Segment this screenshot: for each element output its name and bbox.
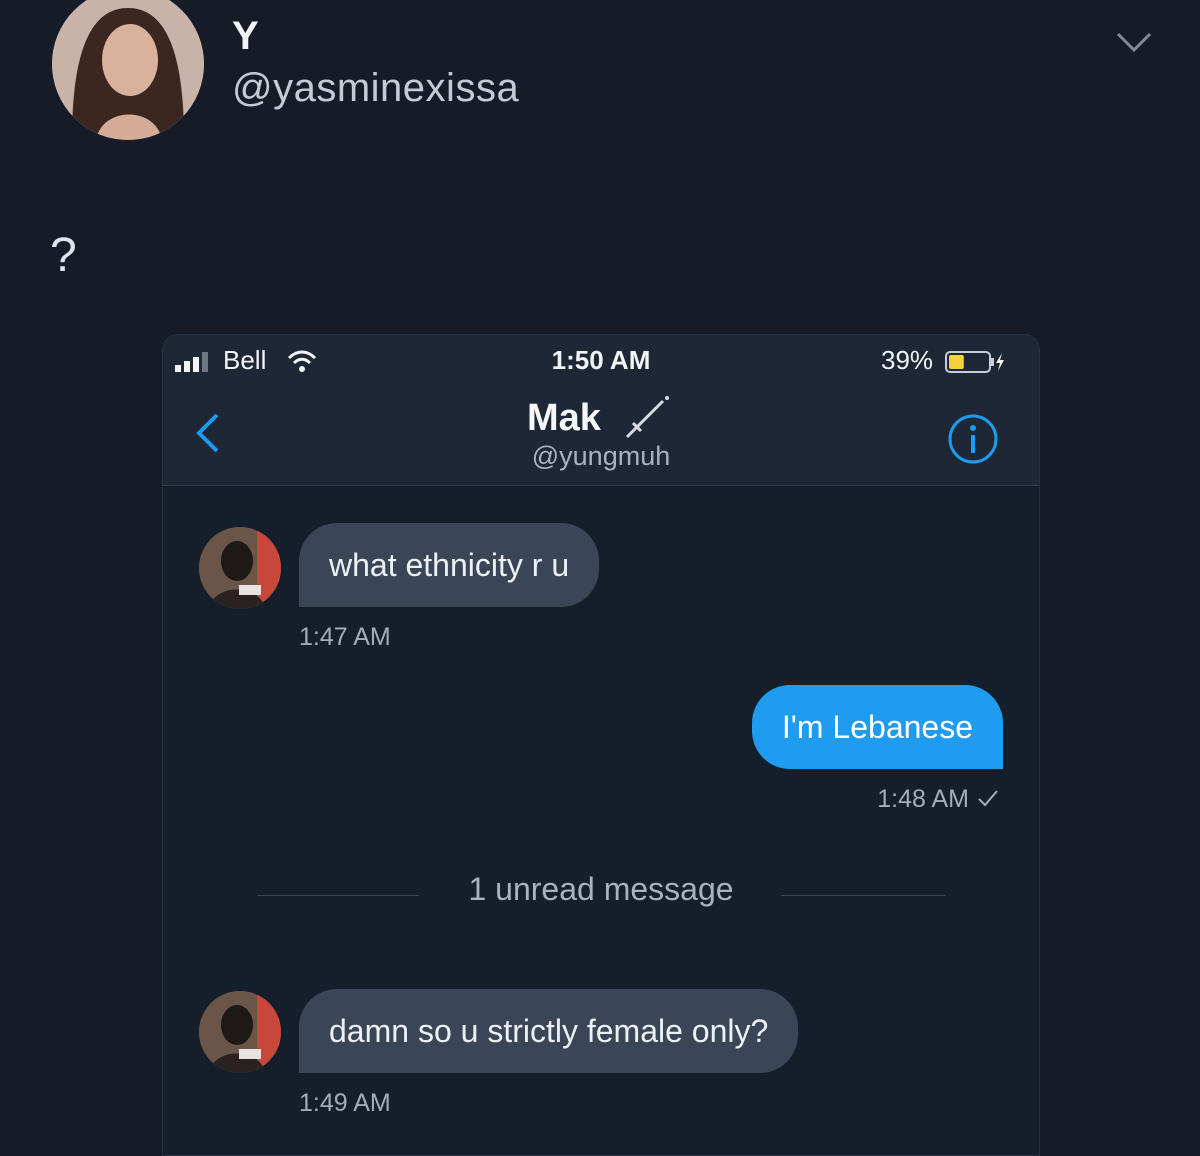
unread-divider: 1 unread message xyxy=(163,871,1039,911)
tweet-text: ? xyxy=(50,229,77,282)
message-bubble[interactable]: damn so u strictly female only? xyxy=(299,989,799,1073)
info-icon[interactable] xyxy=(947,413,999,465)
sender-avatar-image xyxy=(199,991,281,1073)
sender-avatar[interactable] xyxy=(199,991,281,1073)
chevron-down-icon[interactable] xyxy=(1114,28,1154,56)
message-time: 1:48 AM xyxy=(877,785,969,813)
message-bubble[interactable]: what ethnicity r u xyxy=(299,523,600,607)
dm-header: Bell 1:50 AM 39% Mak @yungmuh xyxy=(163,335,1039,486)
message-time: 1:47 AM xyxy=(299,623,391,651)
author-handle[interactable]: @yasminexissa xyxy=(232,66,519,111)
sender-avatar[interactable] xyxy=(199,527,281,609)
message-time: 1:49 AM xyxy=(299,1089,391,1117)
divider-line xyxy=(781,895,945,896)
author-avatar[interactable] xyxy=(52,0,204,140)
conversation-name: Mak xyxy=(527,397,601,439)
sender-avatar-image xyxy=(199,527,281,609)
dm-screenshot: Bell 1:50 AM 39% Mak @yungmuh what ethni… xyxy=(162,334,1040,1156)
checkmark-icon xyxy=(978,790,998,807)
conversation-handle: @yungmuh xyxy=(531,441,671,471)
battery-fill xyxy=(949,355,964,369)
unread-label: 1 unread message xyxy=(468,871,734,907)
battery-icon xyxy=(945,351,1004,373)
status-bar: Bell 1:50 AM 39% xyxy=(163,341,1039,377)
message-bubble[interactable]: I'm Lebanese xyxy=(751,685,1003,769)
charging-icon xyxy=(996,353,1004,371)
battery-percent: 39% xyxy=(881,345,934,375)
knife-icon xyxy=(625,396,669,439)
author-avatar-image xyxy=(52,0,204,140)
author-name[interactable]: Y xyxy=(232,14,259,59)
